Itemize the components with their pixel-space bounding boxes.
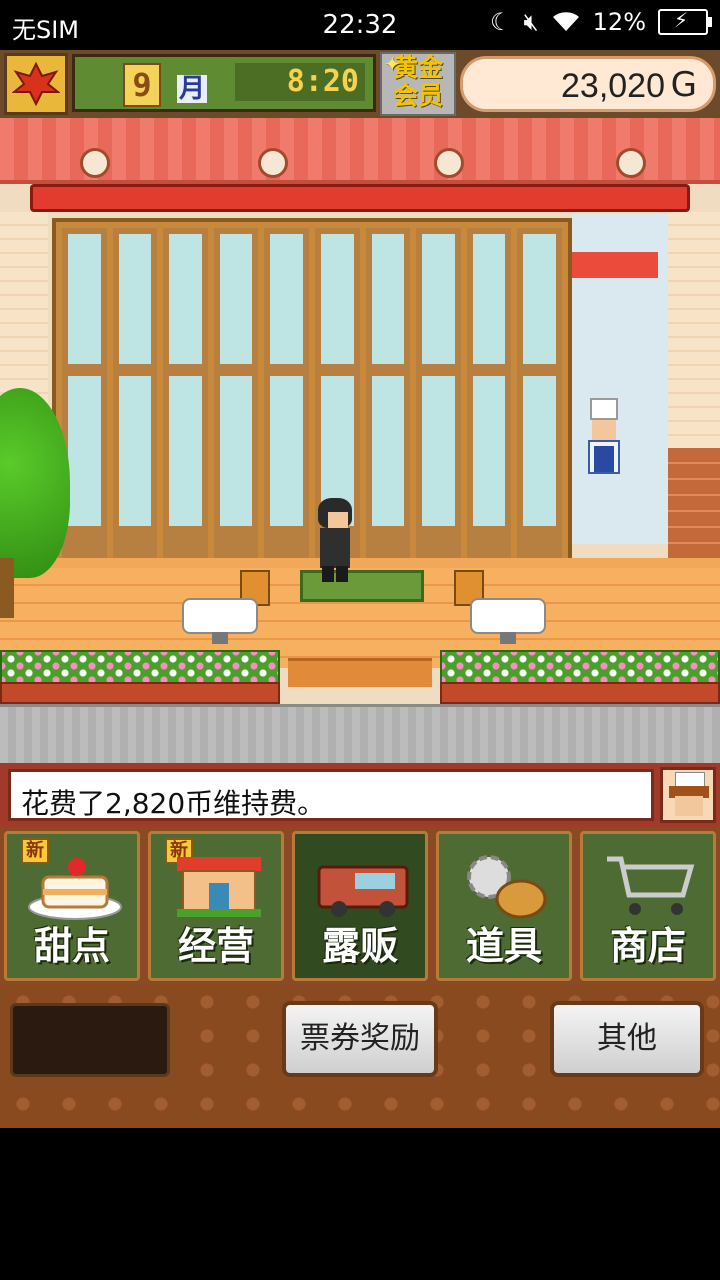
money-display: 23,020 G — [460, 56, 716, 112]
flower-hedge — [440, 650, 720, 684]
month-label: 月 — [177, 74, 208, 104]
menu-label: 经营 — [177, 924, 254, 968]
money-amount: 23,020 — [561, 67, 665, 105]
other-button[interactable]: 其他 — [550, 1001, 704, 1077]
wifi-icon — [552, 12, 579, 31]
menu-items-button[interactable]: 道具 — [436, 831, 572, 981]
tree-trunk — [0, 558, 14, 618]
menu-dessert-button[interactable]: 新 甜点 — [4, 831, 140, 981]
cake-icon — [25, 848, 125, 924]
message-bar: 花费了2,820币维持费。 — [0, 763, 720, 827]
game-hud: 9 月 8:20 ✦ 黄金 会员 23,020 G — [0, 50, 720, 118]
message-box[interactable]: 花费了2,820币维持费。 — [8, 769, 654, 821]
lamp-icon — [434, 148, 464, 178]
customer-character[interactable] — [314, 498, 356, 582]
gear-bag-icon — [457, 848, 557, 924]
cafe-table[interactable] — [182, 598, 258, 644]
bottom-panel: 票券奖励 其他 — [0, 985, 720, 1128]
moon-icon: ☾ — [490, 8, 512, 36]
brick-counter — [668, 448, 720, 568]
lamp-icon — [258, 148, 288, 178]
ticket-reward-button[interactable]: 票券奖励 — [282, 1001, 438, 1077]
autumn-leaf-icon[interactable] — [4, 53, 68, 115]
month-number: 9 — [123, 63, 161, 107]
empty-slot — [10, 1003, 170, 1077]
menu-label: 商店 — [609, 924, 686, 968]
date-panel: 9 月 8:20 — [72, 54, 376, 112]
gold-member-line2: 会员 — [392, 81, 443, 110]
battery-icon: ⚡ — [658, 8, 712, 35]
shop-icon — [169, 848, 269, 924]
menu-management-button[interactable]: 新 经营 — [148, 831, 284, 981]
kitchen-area — [572, 214, 668, 544]
planter — [440, 682, 720, 704]
flower-hedge — [0, 650, 280, 684]
menu-label: 甜点 — [33, 924, 110, 968]
star-icon: ✦ — [384, 52, 401, 76]
shop-scene[interactable] — [0, 118, 720, 763]
awning — [0, 118, 720, 184]
shop-sign-bar — [30, 184, 690, 212]
mute-icon: 🔇︎ — [523, 8, 539, 36]
shopping-cart-icon — [601, 848, 701, 924]
menu-label: 道具 — [465, 924, 542, 968]
lamp-icon — [80, 148, 110, 178]
main-menu: 新 甜点 新 经营 露贩 道具 商店 — [0, 827, 720, 985]
shop-windows — [52, 218, 572, 568]
planter — [0, 682, 280, 704]
gold-member-badge[interactable]: ✦ 黄金 会员 — [380, 52, 456, 116]
menu-stall-button[interactable]: 露贩 — [292, 831, 428, 981]
sidewalk — [0, 704, 720, 763]
chef-character[interactable] — [582, 398, 626, 484]
lamp-icon — [616, 148, 646, 178]
menu-label: 露贩 — [321, 924, 398, 968]
battery-percent: 12% — [592, 8, 646, 36]
menu-shop-button[interactable]: 商店 — [580, 831, 716, 981]
game-clock: 8:20 — [235, 63, 365, 101]
currency-label: G — [670, 65, 697, 105]
entrance-steps — [288, 658, 432, 687]
cafe-table[interactable] — [470, 598, 546, 644]
food-truck-icon — [313, 848, 413, 924]
assistant-avatar[interactable] — [660, 767, 716, 823]
status-bar: 无SIM 22:32 ☾ 🔇︎ 12% ⚡ — [0, 0, 720, 50]
message-text: 花费了2,820币维持费。 — [21, 787, 326, 820]
status-icons: ☾ 🔇︎ 12% ⚡ — [490, 8, 712, 36]
